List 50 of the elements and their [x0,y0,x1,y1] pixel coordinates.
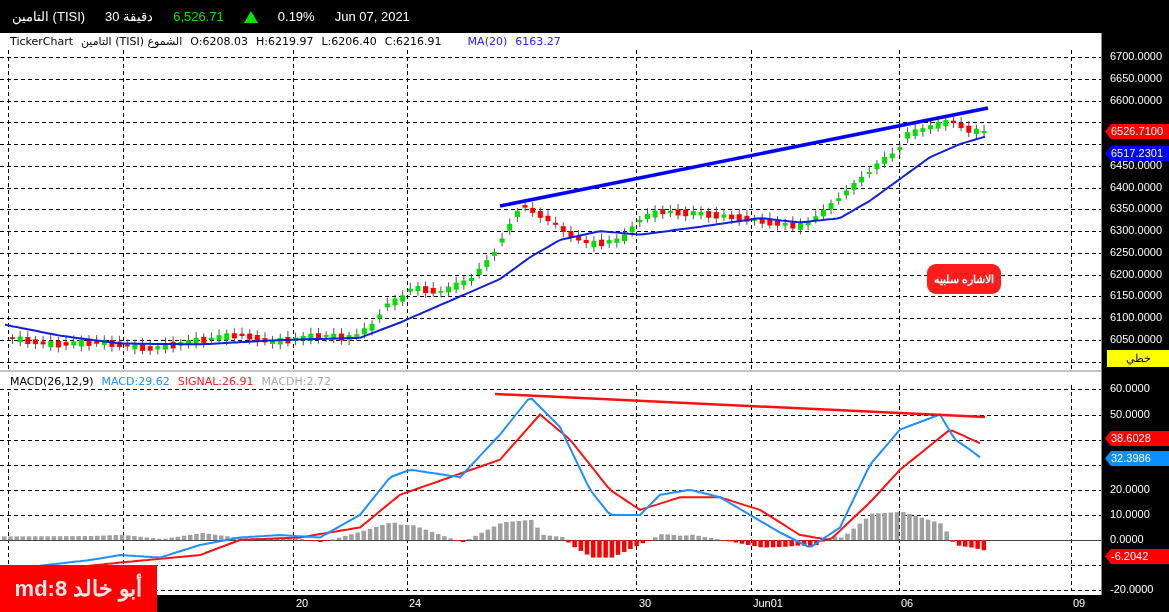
price-axis-label: 6100.0000 [1110,311,1162,325]
legend-open: O:6208.03 [190,35,248,49]
price-axis-label: 6050.0000 [1110,333,1162,346]
up-triangle-icon [243,10,258,23]
author-label: md:8 أبو خالد [0,565,157,612]
legend-signal-value: SIGNAL:26.91 [177,375,254,389]
value-tag: -6.2042 [1105,549,1169,564]
change-percent: 0.19% [277,7,315,26]
price-axis-label: 6300.0000 [1110,224,1162,238]
price-axis-label: 6700.0000 [1110,50,1162,63]
legend-high: H:6219.97 [255,35,314,49]
signal-note: الاشاره سلبيه [927,264,1002,294]
price-axis-label: 6200.0000 [1110,267,1162,281]
last-price: 6,526.71 [173,7,224,26]
time-axis-label: 30 [639,597,652,610]
value-tag: 6526.7100 [1105,124,1169,139]
legend-instrument: التامين (TISI) الشموع [81,35,183,49]
macd-axis-label: 50.0000 [1110,407,1150,421]
legend-ma-label: MA(20) [467,35,508,49]
time-axis-label: 06 [901,597,914,610]
time-axis-label: 09 [1073,597,1086,610]
legend-histogram-value: MACDH:2.72 [261,375,331,389]
legend-source: TickerChart [10,35,73,49]
chart-type-button[interactable]: خطي [1107,350,1169,367]
macd-axis-label: 10.0000 [1110,507,1150,521]
price-axis-label: 6400.0000 [1110,180,1162,194]
macd-axis-label: 20.0000 [1110,482,1150,496]
value-tag: 6517.2301 [1105,146,1169,161]
macd-axis-label: 0.0000 [1110,533,1144,546]
price-axis-label: 6150.0000 [1110,289,1162,303]
time-axis-label: 20 [296,597,309,610]
legend-macd-value: MACD:29.62 [101,375,170,389]
symbol-label: التامين (TISI) [12,7,86,27]
macd-axis-label: 60.0000 [1110,382,1150,396]
value-tag: 38.6028 [1105,431,1169,446]
price-axis-label: 6600.0000 [1110,93,1162,107]
macd-axis-label: -20.0000 [1110,583,1154,597]
price-axis-label: 6350.0000 [1110,202,1162,216]
legend-low: L:6206.40 [321,35,377,49]
legend-close: C:6216.91 [384,35,442,49]
interval-label: 30 دقيقة [105,7,154,26]
value-tag: 32.3986 [1105,451,1169,466]
price-axis-label: 6450.0000 [1110,158,1162,172]
price-axis-label: 6250.0000 [1110,245,1162,259]
price-axis-label: 6650.0000 [1110,71,1162,85]
time-axis-label: 24 [409,597,422,610]
date-label: Jun 07, 2021 [334,7,410,26]
legend-macd-title: MACD(26,12,9) [10,375,94,389]
legend-ma-value: 6163.27 [515,35,561,49]
time-axis-label: Jun01 [753,597,783,610]
